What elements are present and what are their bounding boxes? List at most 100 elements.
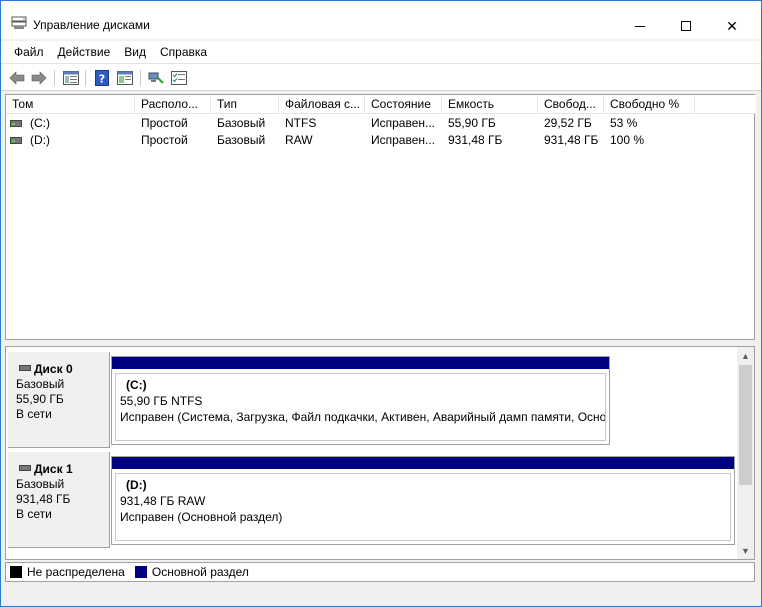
cell-free-percent: 53 % [610, 116, 638, 130]
status-bar [1, 585, 761, 606]
disk-1-type: Базовый [16, 477, 65, 491]
disk-1-label[interactable]: Диск 1 Базовый 931,48 ГБ В сети [8, 452, 110, 548]
disk-0-type: Базовый [16, 377, 65, 391]
cell-type: Базовый [217, 116, 266, 130]
cell-volume: (C:) [30, 116, 50, 130]
column-volume[interactable]: Том [6, 95, 135, 114]
column-free-percent[interactable]: Свободно % [604, 95, 695, 114]
menu-help[interactable]: Справка [153, 45, 214, 59]
cell-free-space: 29,52 ГБ [544, 116, 592, 130]
volume-row-d[interactable]: (D:) Простой Базовый RAW Исправен... 931… [6, 132, 756, 149]
toolbar-separator [54, 70, 55, 86]
help-icon: ? [95, 70, 109, 86]
connect-icon [148, 72, 164, 84]
drive-icon [10, 137, 22, 144]
maximize-icon [681, 21, 691, 31]
cell-volume: (D:) [30, 133, 50, 147]
volume-row-c[interactable]: (C:) Простой Базовый NTFS Исправен... 55… [6, 115, 756, 132]
disk-0-size: 55,90 ГБ [16, 392, 64, 406]
disk-0-status: В сети [16, 407, 52, 421]
partition-c-body: (C:) 55,90 ГБ NTFS Исправен (Система, За… [115, 373, 606, 441]
scroll-down-arrow-icon[interactable]: ▼ [737, 542, 754, 559]
partition-c[interactable]: (C:) 55,90 ГБ NTFS Исправен (Система, За… [111, 356, 610, 445]
cell-layout: Простой [141, 116, 188, 130]
disk-management-app-icon [11, 16, 27, 29]
title-bar[interactable]: Управление дисками ✕ [1, 1, 761, 39]
column-free-space[interactable]: Свобод... [538, 95, 604, 114]
volume-list[interactable]: Том Располо... Тип Файловая с... Состоян… [5, 94, 756, 340]
unallocated-swatch [10, 566, 22, 578]
column-file-system[interactable]: Файловая с... [279, 95, 365, 114]
partition-d-body: (D:) 931,48 ГБ RAW Исправен (Основной ра… [115, 473, 731, 541]
back-button[interactable] [8, 69, 26, 87]
disk-view-scrollbar[interactable]: ▲ ▼ [737, 347, 754, 559]
scroll-thumb[interactable] [739, 365, 752, 485]
cell-capacity: 931,48 ГБ [448, 133, 503, 147]
cell-status: Исправен... [371, 133, 436, 147]
column-capacity[interactable]: Емкость [442, 95, 538, 114]
disk-1-name-text: Диск 1 [34, 462, 73, 476]
back-arrow-icon [9, 71, 25, 85]
drive-icon [10, 120, 22, 127]
legend-unallocated: Не распределена [27, 565, 125, 579]
checklist-button[interactable] [170, 69, 188, 87]
menu-bar: Файл Действие Вид Справка [1, 41, 761, 63]
column-status[interactable]: Состояние [365, 95, 442, 114]
column-layout[interactable]: Располо... [135, 95, 211, 114]
forward-arrow-icon [31, 71, 47, 85]
primary-partition-swatch [134, 566, 147, 578]
minimize-icon [635, 25, 645, 27]
menu-view[interactable]: Вид [117, 45, 153, 59]
disk-icon [19, 365, 31, 371]
scroll-up-arrow-icon[interactable]: ▲ [737, 347, 754, 364]
partition-d-size-fs: 931,48 ГБ RAW [120, 494, 206, 508]
partition-c-status: Исправен (Система, Загрузка, Файл подкач… [120, 410, 606, 424]
legend-primary-partition: Основной раздел [151, 565, 249, 579]
help-button[interactable]: ? [93, 69, 111, 87]
console-icon [63, 71, 79, 85]
partition-c-bar [112, 357, 609, 369]
connect-button[interactable] [147, 69, 165, 87]
forward-button[interactable] [30, 69, 48, 87]
cell-status: Исправен... [371, 116, 436, 130]
cell-file-system: NTFS [285, 116, 317, 130]
disk-1-size: 931,48 ГБ [16, 492, 71, 506]
cell-layout: Простой [141, 133, 188, 147]
menu-action[interactable]: Действие [51, 45, 118, 59]
cell-type: Базовый [217, 133, 266, 147]
partition-c-size-fs: 55,90 ГБ NTFS [120, 394, 203, 408]
cell-free-percent: 100 % [610, 133, 645, 147]
partition-d-status: Исправен (Основной раздел) [120, 510, 283, 524]
maximize-button[interactable] [663, 11, 709, 41]
cell-file-system: RAW [285, 133, 313, 147]
disk-1-status: В сети [16, 507, 52, 521]
column-type[interactable]: Тип [211, 95, 279, 114]
menu-file[interactable]: Файл [7, 45, 51, 59]
disk-1-name: Диск 1 [16, 462, 109, 477]
partition-d-bar [112, 457, 734, 469]
toolbar: ? [1, 63, 761, 91]
properties-button[interactable] [116, 69, 134, 87]
svg-text:?: ? [99, 73, 105, 86]
cell-free-space: 931,48 ГБ [544, 133, 599, 147]
partition-c-title: (C:) [126, 378, 147, 392]
legend-bar: Не распределена Основной раздел [5, 562, 755, 582]
disk-icon [19, 465, 31, 471]
properties-icon [117, 71, 133, 85]
disk-0-name-text: Диск 0 [34, 362, 73, 376]
toolbar-separator [140, 70, 141, 86]
toolbar-separator [85, 70, 86, 86]
disk-management-window: Управление дисками ✕ Файл Действие Вид С… [0, 0, 762, 607]
partition-d-title: (D:) [126, 478, 147, 492]
close-button[interactable]: ✕ [709, 11, 755, 41]
checklist-icon [171, 71, 187, 85]
partition-d[interactable]: (D:) 931,48 ГБ RAW Исправен (Основной ра… [111, 456, 735, 545]
volume-list-header: Том Располо... Тип Файловая с... Состоян… [6, 95, 756, 114]
close-icon: ✕ [726, 17, 738, 34]
minimize-button[interactable] [617, 11, 663, 41]
disk-0-label[interactable]: Диск 0 Базовый 55,90 ГБ В сети [8, 352, 110, 448]
disk-graphical-view: Диск 0 Базовый 55,90 ГБ В сети (C:) 55,9… [5, 346, 755, 560]
window-title: Управление дисками [33, 18, 150, 32]
cell-capacity: 55,90 ГБ [448, 116, 496, 130]
show-hide-console-tree-button[interactable] [62, 69, 80, 87]
